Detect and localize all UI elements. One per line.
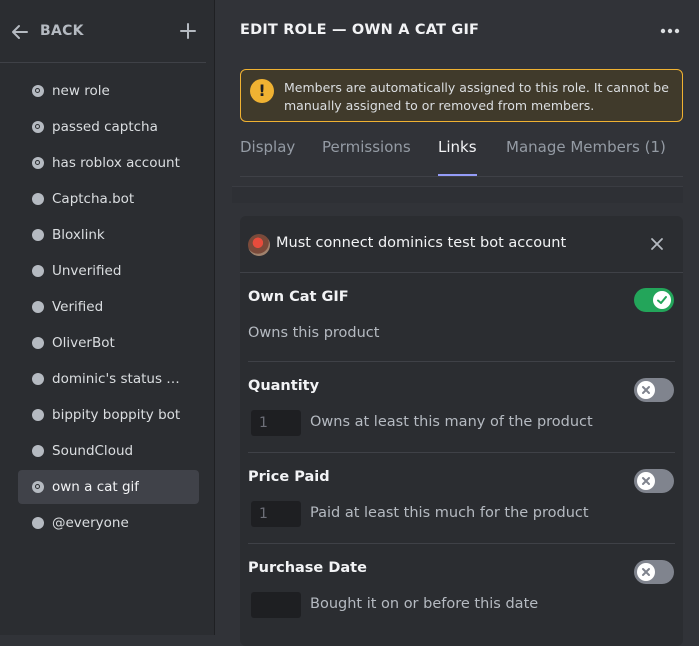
toggle-knob — [637, 472, 655, 490]
role-label: bippity boppity bot — [52, 407, 181, 423]
bot-avatar — [248, 234, 270, 256]
notice-text: Members are automatically assigned to th… — [284, 80, 669, 113]
role-label: new role — [52, 83, 110, 99]
tab-permissions[interactable]: Permissions — [322, 138, 411, 176]
role-item-own-a-cat-gif[interactable]: own a cat gif — [18, 470, 199, 504]
role-color-dot — [32, 445, 44, 457]
tab-manage-members[interactable]: Manage Members (1) — [506, 138, 666, 176]
main-panel: EDIT ROLE — OWN A CAT GIF ! Members are … — [216, 0, 699, 646]
role-label: own a cat gif — [52, 479, 140, 495]
plus-icon[interactable] — [179, 22, 197, 40]
own-product-toggle[interactable] — [634, 288, 674, 312]
tab-display[interactable]: Display — [240, 138, 295, 176]
sidebar: BACK new role passed captcha has roblox … — [0, 0, 215, 635]
price-paid-toggle[interactable] — [634, 469, 674, 493]
role-item-verified[interactable]: Verified — [18, 290, 199, 324]
link-icon — [32, 481, 44, 493]
card-title: Must connect dominics test bot account — [276, 235, 567, 251]
role-item-new-role[interactable]: new role — [18, 74, 199, 108]
role-color-dot — [32, 301, 44, 313]
section-purchase-date: Purchase Date Bought it on or before thi… — [248, 544, 675, 634]
role-color-dot — [32, 193, 44, 205]
purchase-date-toggle[interactable] — [634, 560, 674, 584]
role-color-dot — [32, 517, 44, 529]
tab-links[interactable]: Links — [438, 138, 477, 176]
role-label: dominic's status > do... — [52, 371, 190, 387]
role-label: Verified — [52, 299, 104, 315]
section-title: Price Paid — [248, 469, 330, 485]
toggle-knob — [637, 381, 655, 399]
role-color-dot — [32, 265, 44, 277]
arrow-left-icon[interactable] — [10, 22, 30, 42]
section-own-product: Own Cat GIF Owns this product — [248, 273, 675, 362]
more-options-icon[interactable] — [660, 28, 680, 34]
role-item-captcha-bot[interactable]: Captcha.bot — [18, 182, 199, 216]
role-label: @everyone — [52, 515, 129, 531]
role-item-oliverbot[interactable]: OliverBot — [18, 326, 199, 360]
page-title: EDIT ROLE — OWN A CAT GIF — [240, 22, 480, 38]
section-price-paid: Price Paid 1 Paid at least this much for… — [248, 453, 675, 544]
link-icon — [32, 121, 44, 133]
role-item-bippity-boppity-bot[interactable]: bippity boppity bot — [18, 398, 199, 432]
x-icon — [642, 568, 650, 576]
role-color-dot — [32, 373, 44, 385]
role-label: Bloxlink — [52, 227, 105, 243]
role-item-dominics-status[interactable]: dominic's status > do... — [18, 362, 199, 396]
price-paid-input[interactable]: 1 — [251, 501, 301, 527]
role-item-has-roblox-account[interactable]: has roblox account — [18, 146, 199, 180]
toggle-knob — [637, 563, 655, 581]
sidebar-header: BACK — [0, 0, 206, 63]
role-item-unverified[interactable]: Unverified — [18, 254, 199, 288]
role-item-soundcloud[interactable]: SoundCloud — [18, 434, 199, 468]
scroll-shadow — [232, 186, 683, 203]
section-desc: Bought it on or before this date — [310, 596, 539, 612]
section-title: Purchase Date — [248, 560, 367, 576]
x-icon — [642, 386, 650, 394]
warning-icon: ! — [250, 79, 274, 103]
back-button[interactable]: BACK — [40, 23, 84, 39]
close-icon[interactable] — [650, 237, 664, 251]
section-desc: Owns this product — [248, 325, 380, 341]
role-label: passed captcha — [52, 119, 158, 135]
role-item-bloxlink[interactable]: Bloxlink — [18, 218, 199, 252]
check-icon — [657, 296, 667, 304]
role-label: Captcha.bot — [52, 191, 135, 207]
card-header: Must connect dominics test bot account — [240, 216, 683, 273]
auto-assign-notice: ! Members are automatically assigned to … — [240, 69, 683, 122]
tab-bar: Display Permissions Links Manage Members… — [240, 138, 690, 178]
section-desc: Owns at least this many of the product — [310, 414, 593, 430]
link-requirement-card: Must connect dominics test bot account O… — [240, 216, 683, 646]
role-label: SoundCloud — [52, 443, 134, 459]
section-quantity: Quantity 1 Owns at least this many of th… — [248, 362, 675, 453]
link-icon — [32, 85, 44, 97]
section-desc: Paid at least this much for the product — [310, 505, 589, 521]
role-list: new role passed captcha has roblox accou… — [18, 74, 199, 542]
role-item-everyone[interactable]: @everyone — [18, 506, 199, 540]
role-label: OliverBot — [52, 335, 115, 351]
quantity-input[interactable]: 1 — [251, 410, 301, 436]
section-title: Own Cat GIF — [248, 289, 349, 305]
quantity-toggle[interactable] — [634, 378, 674, 402]
role-color-dot — [32, 229, 44, 241]
role-label: has roblox account — [52, 155, 180, 171]
link-icon — [32, 157, 44, 169]
tabs-divider — [240, 176, 683, 177]
x-icon — [642, 477, 650, 485]
purchase-date-input[interactable] — [251, 592, 301, 618]
section-title: Quantity — [248, 378, 320, 394]
role-color-dot — [32, 409, 44, 421]
role-label: Unverified — [52, 263, 122, 279]
toggle-knob — [653, 291, 671, 309]
role-color-dot — [32, 337, 44, 349]
role-item-passed-captcha[interactable]: passed captcha — [18, 110, 199, 144]
